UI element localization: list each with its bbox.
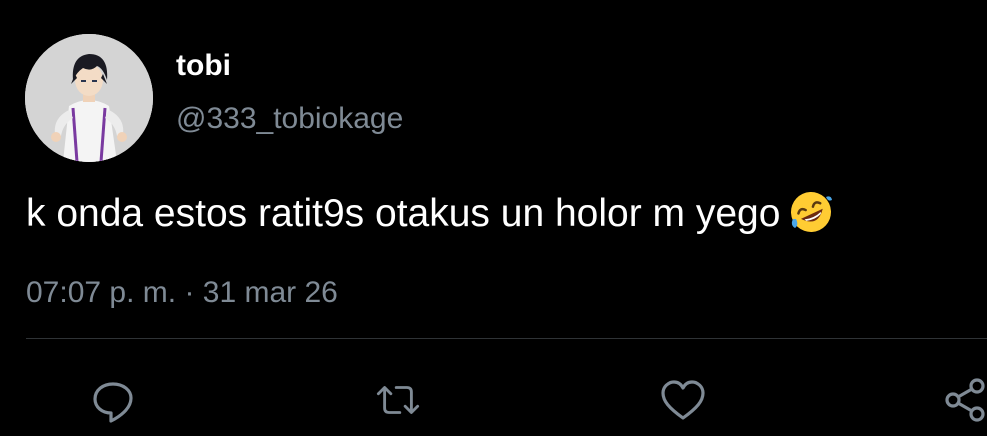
author-display-name[interactable]: tobi — [176, 48, 231, 84]
tweet-timestamp[interactable]: 07:07 p. m. · 31 mar 26 — [26, 275, 338, 311]
avatar[interactable] — [25, 34, 153, 162]
tweet-time: 07:07 p. m. — [26, 276, 177, 309]
rolling-laughing-emoji-icon — [788, 189, 834, 235]
share-icon — [945, 378, 985, 422]
heart-icon — [661, 380, 705, 420]
avatar-image — [25, 34, 153, 162]
author-handle[interactable]: @333_tobiokage — [176, 101, 403, 137]
reply-icon — [93, 382, 133, 423]
divider — [26, 338, 987, 339]
reply-button[interactable] — [88, 375, 138, 425]
tweet-date: 31 mar 26 — [202, 276, 338, 309]
retweet-button[interactable] — [373, 375, 423, 425]
share-button[interactable] — [940, 375, 987, 425]
tweet-body: k onda estos ratit9s otakus un holor m y… — [26, 191, 834, 239]
tweet-text: k onda estos ratit9s otakus un holor m y… — [26, 192, 781, 235]
meta-separator: · — [184, 276, 195, 309]
like-button[interactable] — [658, 375, 708, 425]
retweet-icon — [376, 386, 420, 414]
